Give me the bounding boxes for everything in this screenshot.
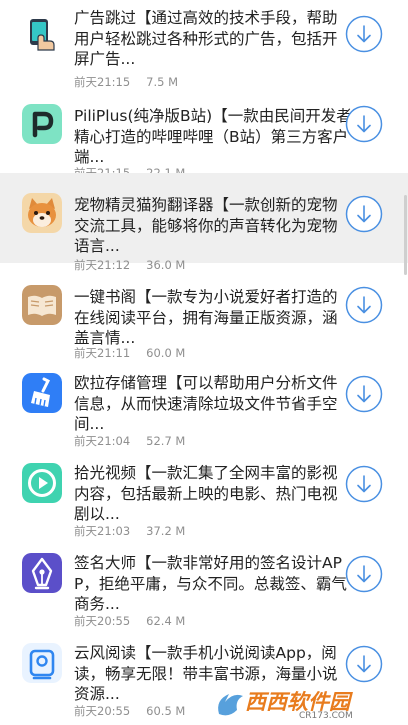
- download-button[interactable]: [345, 15, 383, 53]
- shiba-dog-icon[interactable]: [22, 193, 62, 233]
- download-button[interactable]: [345, 555, 383, 593]
- app-size: 7.5 M: [146, 75, 179, 89]
- app-description: 宠物精灵猫狗翻译器【一款创新的宠物交流工具，能够将你的声音转化为宠物语言...: [74, 196, 338, 255]
- play-icon[interactable]: [22, 463, 62, 503]
- watermark: 西西软件园 CR173.COM: [213, 680, 408, 725]
- app-description: 一键书阁【一款专为小说爱好者打造的在线阅读平台，拥有海量正版资源，涵盖言情...: [74, 288, 338, 347]
- download-arrow-icon: [345, 15, 383, 53]
- app-description: 欧拉存储管理【可以帮助用户分析文件信息，从而快速清除垃圾文件节省手空间...: [74, 374, 338, 433]
- open-book-icon[interactable]: [22, 285, 62, 325]
- download-arrow-icon: [345, 105, 383, 143]
- download-arrow-icon: [345, 286, 383, 324]
- watermark-url: CR173.COM: [299, 711, 353, 721]
- list-item[interactable]: 广告跳过【通过高效的技术手段，帮助用户轻松跳过各种形式的广告，包括开屏广告...…: [0, 0, 408, 90]
- download-arrow-icon: [345, 645, 383, 683]
- list-item[interactable]: 签名大师【一款非常好用的签名设计APP，拒绝平庸，与众不同。总裁签、霸气商务..…: [0, 533, 408, 628]
- app-time: 前天20:55: [74, 704, 131, 718]
- scrollbar[interactable]: [404, 195, 407, 275]
- download-arrow-icon: [345, 555, 383, 593]
- download-arrow-icon: [345, 465, 383, 503]
- download-button[interactable]: [345, 465, 383, 503]
- download-button[interactable]: [345, 645, 383, 683]
- pen-nib-icon[interactable]: [22, 553, 62, 593]
- app-size: 60.5 M: [146, 704, 186, 718]
- list-item[interactable]: PiliPlus(纯净版B站)【一款由民间开发者精心打造的哔哩哔哩（B站）第三方…: [0, 90, 408, 180]
- watermark-logo-icon: [218, 694, 243, 716]
- app-description: 拾光视频【一款汇集了全网丰富的影视内容，包括最新上映的电影、热门电视剧以...: [74, 464, 338, 523]
- download-button[interactable]: [345, 105, 383, 143]
- app-description: PiliPlus(纯净版B站)【一款由民间开发者精心打造的哔哩哔哩（B站）第三方…: [74, 107, 352, 166]
- app-description: 广告跳过【通过高效的技术手段，帮助用户轻松跳过各种形式的广告，包括开屏广告...: [74, 9, 338, 68]
- phone-hand-icon[interactable]: [22, 14, 62, 54]
- app-meta: 前天20:55 60.5 M: [74, 703, 185, 719]
- app-meta: 前天21:15 7.5 M: [74, 74, 178, 90]
- download-button[interactable]: [345, 195, 383, 233]
- download-arrow-icon: [345, 195, 383, 233]
- list-item[interactable]: 一键书阁【一款专为小说爱好者打造的在线阅读平台，拥有海量正版资源，涵盖言情...…: [0, 263, 408, 360]
- download-arrow-icon: [345, 375, 383, 413]
- pilipala-p-icon[interactable]: [22, 104, 62, 144]
- broom-icon[interactable]: [22, 373, 62, 413]
- reader-icon[interactable]: [22, 643, 62, 683]
- download-button[interactable]: [345, 286, 383, 324]
- list-item[interactable]: 宠物精灵猫狗翻译器【一款创新的宠物交流工具，能够将你的声音转化为宠物语言... …: [0, 173, 408, 272]
- app-time: 前天21:15: [74, 75, 131, 89]
- app-description: 签名大师【一款非常好用的签名设计APP，拒绝平庸，与众不同。总裁签、霸气商务..…: [74, 554, 347, 613]
- list-item[interactable]: 拾光视频【一款汇集了全网丰富的影视内容，包括最新上映的电影、热门电视剧以... …: [0, 443, 408, 538]
- download-button[interactable]: [345, 375, 383, 413]
- list-item[interactable]: 欧拉存储管理【可以帮助用户分析文件信息，从而快速清除垃圾文件节省手空间... 前…: [0, 353, 408, 448]
